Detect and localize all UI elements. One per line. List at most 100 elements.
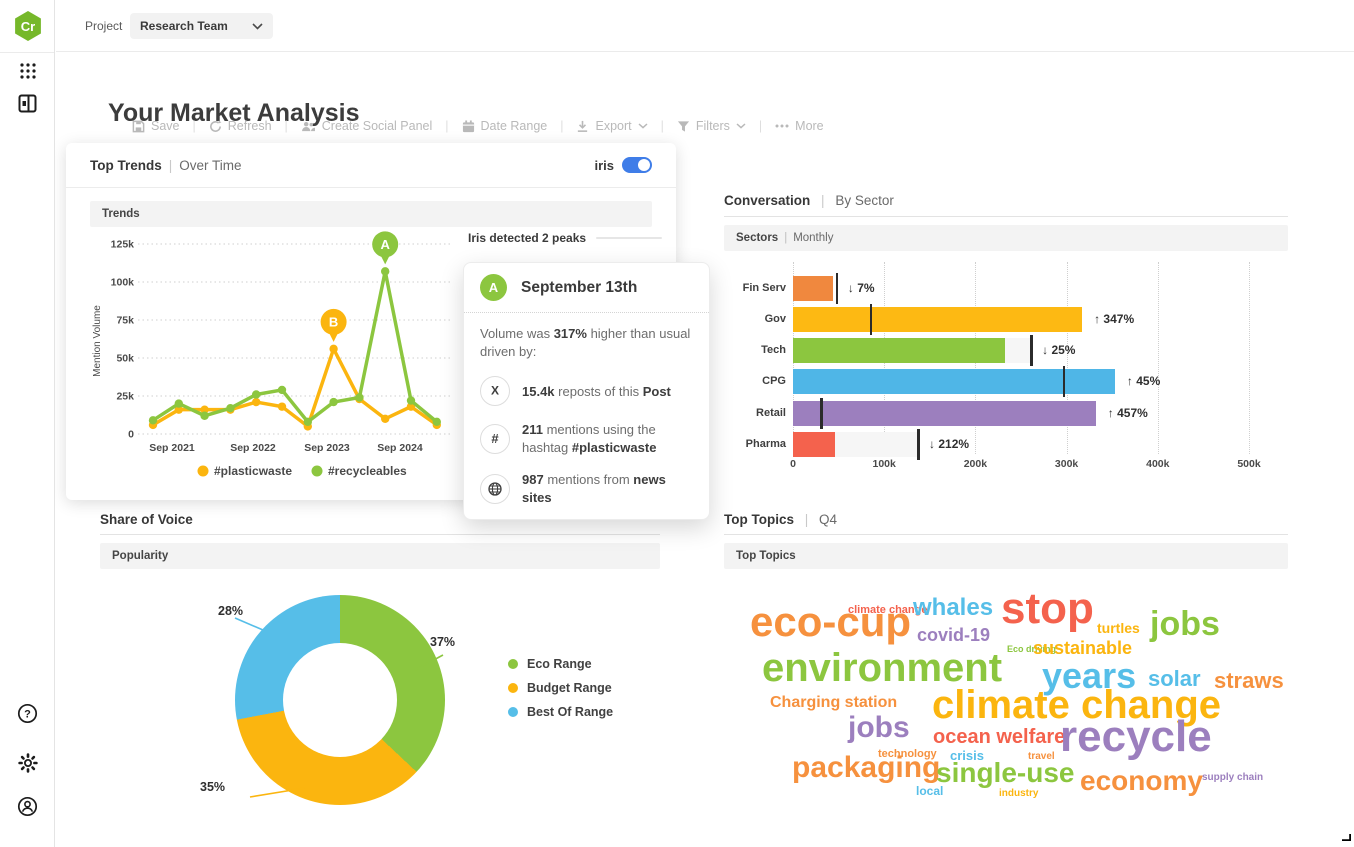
data-point[interactable] [174, 399, 183, 408]
data-point[interactable] [329, 344, 338, 354]
export-button[interactable]: Export [576, 119, 648, 133]
more-button[interactable]: More [775, 119, 824, 133]
cloud-word[interactable]: single-use [936, 759, 1074, 787]
legend-dot [508, 707, 518, 717]
bar-row-fin-serv: Fin Serv ↓ 7% [724, 273, 1288, 304]
cloud-word[interactable]: whales [913, 596, 993, 620]
popup-driver-item[interactable]: #211 mentions using the hashtag #plastic… [480, 421, 693, 456]
slice-value-label: 35% [200, 780, 226, 794]
panel-toggle-icon[interactable] [0, 94, 55, 113]
category-label: Pharma [745, 438, 786, 450]
filters-button[interactable]: Filters [677, 119, 746, 133]
bar[interactable] [793, 276, 834, 301]
data-point[interactable] [406, 396, 416, 405]
data-point[interactable] [148, 416, 158, 425]
hashtag-icon: # [480, 423, 510, 454]
iris-toggle[interactable] [622, 157, 652, 173]
svg-text:?: ? [24, 708, 31, 720]
toolbar: Save | Refresh | Create Social Panel | D… [132, 119, 824, 133]
cloud-word[interactable]: supply chain [1202, 773, 1263, 783]
legend-item-budget-range[interactable]: Budget Range [508, 681, 613, 695]
benchmark-marker [869, 304, 873, 335]
data-point[interactable] [252, 390, 261, 399]
leader-line [414, 654, 444, 671]
cloud-word[interactable]: jobs [1150, 607, 1220, 641]
cloud-word[interactable]: environment [762, 648, 1002, 688]
cloud-word[interactable]: packaging [792, 753, 940, 783]
cloud-word[interactable]: ocean welfare [933, 727, 1065, 747]
data-point[interactable] [303, 417, 312, 427]
cloud-word[interactable]: eco-cup [750, 601, 911, 643]
save-button[interactable]: Save [132, 119, 180, 133]
popup-title: September 13th [521, 278, 638, 296]
data-point[interactable] [277, 402, 287, 411]
bar[interactable] [793, 401, 1096, 426]
text-segment: 211 [522, 422, 543, 438]
toolbar-separator: | [192, 119, 196, 133]
text-segment: Volume was [480, 326, 554, 341]
data-point[interactable] [277, 385, 287, 395]
legend-label[interactable]: #plasticwaste [214, 464, 292, 478]
popularity-widget-bar: Popularity [100, 543, 660, 569]
date-range-button[interactable]: Date Range [462, 119, 547, 133]
pin-label: B [329, 314, 338, 329]
pin-label: A [381, 237, 391, 252]
cloud-word[interactable]: straws [1214, 670, 1284, 692]
data-point[interactable] [381, 267, 390, 276]
legend-dot [311, 465, 323, 477]
cloud-word[interactable]: local [916, 785, 943, 797]
legend-dot [508, 659, 518, 669]
data-point[interactable] [432, 417, 441, 427]
data-point[interactable] [355, 393, 364, 402]
popup-driver-item[interactable]: X 15.4k reposts of this Post [480, 376, 693, 407]
data-point[interactable] [329, 397, 338, 407]
bar[interactable] [793, 307, 1083, 332]
save-icon [132, 120, 145, 132]
cloud-word[interactable]: recycle [1060, 715, 1212, 759]
settings-gear-icon[interactable] [0, 752, 55, 774]
data-point[interactable] [200, 411, 209, 420]
x-logo-icon: X [480, 376, 510, 407]
sectors-bar-chart: 0 100k 200k 300k 400k 500k Fin Serv ↓ 7% Gov ↑ 34… [724, 262, 1288, 474]
legend-item-eco-range[interactable]: Eco Range [508, 657, 613, 671]
ellipsis-icon [775, 124, 789, 128]
help-icon[interactable]: ? [0, 703, 55, 724]
popup-header: A September 13th [464, 263, 709, 313]
x-tick-label: 300k [1054, 458, 1079, 470]
project-dropdown[interactable]: Research Team [130, 13, 273, 39]
data-point[interactable] [226, 403, 235, 413]
account-icon[interactable] [0, 796, 55, 817]
data-point[interactable] [252, 397, 261, 407]
cloud-word[interactable]: stop [1001, 587, 1094, 631]
legend-item-best-of-range[interactable]: Best Of Range [508, 705, 613, 719]
popup-driver-item[interactable]: 987 mentions from news sites [480, 471, 693, 506]
category-label: Retail [756, 407, 786, 419]
bar[interactable] [793, 432, 835, 457]
cloud-word[interactable]: economy [1080, 767, 1203, 795]
text-segment: Post [642, 383, 671, 399]
benchmark-marker [835, 273, 839, 304]
cloud-word[interactable]: jobs [848, 713, 910, 743]
cloud-word[interactable]: turtles [1097, 621, 1140, 635]
cloud-word[interactable]: industry [999, 789, 1038, 799]
chevron-down-icon [638, 123, 648, 129]
toolbar-separator: | [284, 119, 288, 133]
funnel-icon [677, 120, 689, 132]
bar[interactable] [793, 369, 1115, 394]
cloud-word[interactable]: Charging station [770, 695, 897, 711]
bar[interactable] [793, 338, 1006, 363]
category-label: Fin Serv [742, 282, 786, 294]
bar-row-retail: Retail ↑ 457% [724, 398, 1288, 429]
series-recycleables [148, 267, 441, 427]
toolbar-separator: | [445, 119, 449, 133]
brand-logo[interactable]: Cr [15, 11, 41, 41]
legend-label[interactable]: #recycleables [328, 464, 407, 478]
apps-grid-icon[interactable] [0, 62, 55, 80]
section-rule [100, 534, 660, 535]
cloud-word[interactable]: covid-19 [917, 626, 990, 644]
refresh-button[interactable]: Refresh [209, 119, 272, 133]
peak-pin-b[interactable]: B [320, 308, 347, 342]
data-point[interactable] [381, 414, 390, 423]
create-social-panel-button[interactable]: Create Social Panel [301, 119, 432, 133]
peak-pin-a[interactable]: A [372, 231, 399, 265]
